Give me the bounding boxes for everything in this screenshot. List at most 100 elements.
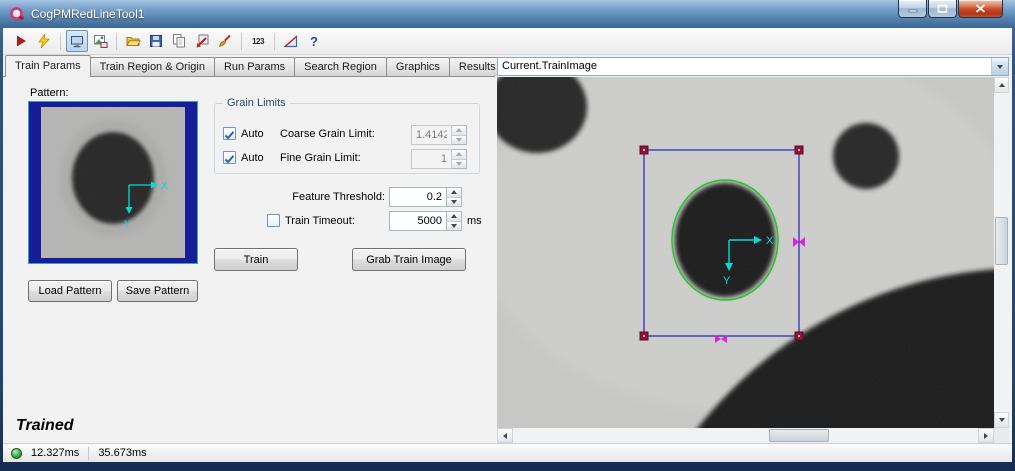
check-icon: [224, 130, 235, 141]
train-timeout-label: Train Timeout:: [285, 215, 355, 227]
scrollbar-corner: [994, 428, 1009, 443]
tab-graphics[interactable]: Graphics: [386, 57, 450, 76]
numeric-results-icon: 123: [252, 37, 264, 46]
spin-down: [452, 160, 466, 169]
feature-threshold-input[interactable]: [389, 187, 447, 207]
arrow-up-icon: [999, 83, 1005, 87]
pattern-y-axis-label: Y: [124, 219, 131, 230]
train-timeout-checkbox[interactable]: [267, 214, 280, 227]
app-icon: [9, 6, 25, 22]
load-pattern-button[interactable]: Load Pattern: [28, 280, 112, 302]
train-image-canvas[interactable]: X Y: [497, 77, 994, 428]
export-button[interactable]: [191, 30, 213, 52]
combo-dropdown-button[interactable]: [991, 58, 1008, 75]
status-separator: [88, 447, 89, 460]
trained-status: Trained: [16, 417, 74, 435]
help-button[interactable]: ?: [303, 30, 325, 52]
clear-graphics-icon: [217, 33, 233, 49]
tab-search-region[interactable]: Search Region: [294, 57, 387, 76]
spin-up: [452, 126, 466, 136]
tab-run-params[interactable]: Run Params: [214, 57, 295, 76]
toolbar-separator: [274, 33, 275, 50]
fine-grain-label: Fine Grain Limit:: [280, 152, 361, 164]
spin-down[interactable]: [447, 222, 461, 231]
train-button[interactable]: Train: [214, 248, 298, 271]
image-display-toggle[interactable]: [66, 30, 88, 52]
feature-threshold-label: Feature Threshold:: [235, 191, 385, 203]
spin-up[interactable]: [447, 212, 461, 222]
image-source-combobox[interactable]: Current.TrainImage: [497, 57, 1009, 76]
chevron-down-icon: [997, 65, 1003, 69]
tab-train-params[interactable]: Train Params: [5, 55, 91, 77]
calibration-button[interactable]: [280, 30, 302, 52]
run-button[interactable]: [10, 30, 32, 52]
toolbar-separator: [241, 33, 242, 50]
scroll-down-button[interactable]: [994, 412, 1009, 428]
fine-auto-label: Auto: [241, 152, 264, 164]
spin-up[interactable]: [447, 188, 461, 198]
open-file-button[interactable]: [122, 30, 144, 52]
pattern-display: X Y: [28, 101, 198, 264]
maximize-icon: [937, 4, 948, 13]
numeric-results-button[interactable]: 123: [247, 30, 269, 52]
help-icon: ?: [310, 34, 318, 49]
fine-grain-input: [411, 149, 452, 169]
copy-results-icon: [171, 33, 187, 49]
coarse-grain-input: [411, 125, 452, 145]
tab-train-region-origin[interactable]: Train Region & Origin: [90, 57, 215, 76]
vertical-scrollbar[interactable]: [994, 77, 1009, 428]
feature-threshold-spinner[interactable]: [447, 187, 462, 207]
vertical-scroll-thumb[interactable]: [995, 217, 1008, 265]
arrow-left-icon: [503, 433, 507, 439]
status-led-icon: [11, 448, 22, 459]
pattern-image: X Y: [29, 102, 197, 263]
train-timeout-unit: ms: [467, 215, 482, 227]
horizontal-scroll-thumb[interactable]: [769, 429, 829, 442]
close-button[interactable]: [958, 0, 1003, 18]
titlebar[interactable]: CogPMRedLineTool1: [0, 0, 1015, 28]
image-display[interactable]: X Y: [497, 77, 994, 428]
fine-auto-checkbox[interactable]: [223, 151, 236, 164]
y-axis-label: Y: [723, 275, 731, 287]
window-title: CogPMRedLineTool1: [31, 7, 144, 21]
save-file-button[interactable]: [145, 30, 167, 52]
spin-up: [452, 150, 466, 160]
record-display-toggle[interactable]: [89, 30, 111, 52]
export-icon: [194, 33, 210, 49]
image-source-value[interactable]: Current.TrainImage: [498, 58, 991, 75]
copy-results-button[interactable]: [168, 30, 190, 52]
coarse-auto-label: Auto: [241, 128, 264, 140]
clear-graphics-button[interactable]: [214, 30, 236, 52]
window-buttons: [897, 0, 1003, 18]
spin-down[interactable]: [447, 198, 461, 207]
live-run-button[interactable]: [33, 30, 55, 52]
save-file-icon: [148, 33, 164, 49]
grab-train-image-button[interactable]: Grab Train Image: [352, 248, 466, 271]
status-bar: 12.327ms 35.673ms: [3, 443, 1012, 462]
save-pattern-button[interactable]: Save Pattern: [117, 280, 198, 302]
coarse-grain-label: Coarse Grain Limit:: [280, 128, 375, 140]
coarse-grain-spinner: [452, 125, 467, 145]
arrow-right-icon: [984, 433, 988, 439]
run-icon: [13, 33, 29, 49]
open-file-icon: [125, 33, 141, 49]
minimize-button[interactable]: [898, 0, 927, 18]
check-icon: [224, 154, 235, 165]
train-timeout-spinner[interactable]: [447, 211, 462, 231]
client-area: 123 ? Train Params Train Region & Origin…: [3, 28, 1012, 462]
arrow-down-icon: [999, 418, 1005, 422]
maximize-button[interactable]: [928, 0, 957, 18]
pattern-label: Pattern:: [30, 87, 69, 99]
scroll-up-button[interactable]: [994, 77, 1009, 93]
live-run-icon: [36, 33, 52, 49]
calibration-icon: [283, 33, 299, 49]
toolbar-separator: [60, 33, 61, 50]
horizontal-scrollbar[interactable]: [497, 428, 994, 443]
train-timeout-input[interactable]: [389, 211, 447, 231]
app-window: CogPMRedLineTool1: [0, 0, 1015, 471]
scroll-left-button[interactable]: [497, 428, 513, 443]
scroll-right-button[interactable]: [978, 428, 994, 443]
toolbar: 123 ?: [3, 28, 1012, 55]
minimize-icon: [908, 4, 918, 13]
coarse-auto-checkbox[interactable]: [223, 127, 236, 140]
